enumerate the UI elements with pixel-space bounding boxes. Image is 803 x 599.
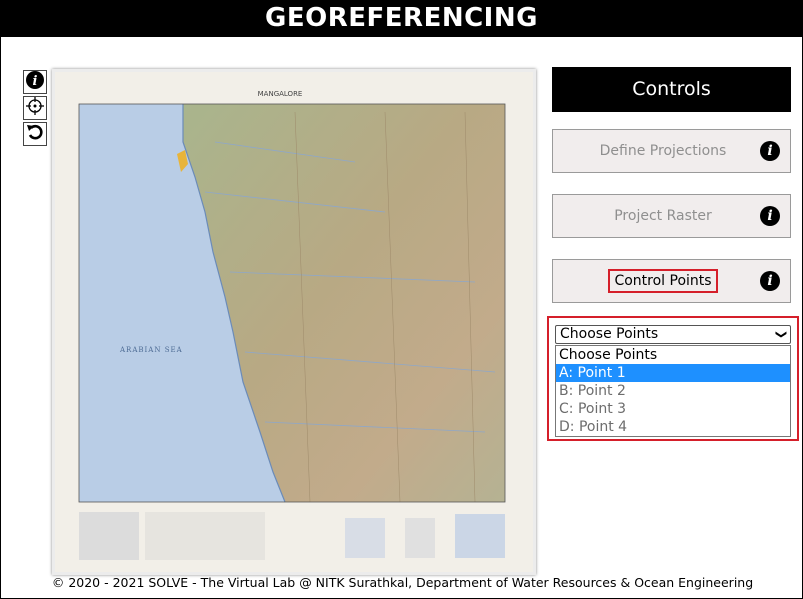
page-title: GEOREFERENCING — [1, 1, 802, 37]
option-point-4[interactable]: D: Point 4 — [556, 418, 790, 436]
option-choose-points[interactable]: Choose Points — [556, 346, 790, 364]
svg-text:i: i — [33, 74, 38, 89]
control-points-label: Control Points — [608, 269, 718, 293]
info-icon[interactable]: i — [760, 206, 780, 226]
svg-text:ARABIAN SEA: ARABIAN SEA — [119, 346, 183, 354]
control-points-button[interactable]: Control Points i — [552, 259, 791, 303]
footer-credit: © 2020 - 2021 SOLVE - The Virtual Lab @ … — [51, 575, 754, 590]
controls-heading: Controls — [552, 67, 791, 112]
info-icon[interactable]: i — [760, 141, 780, 161]
info-icon[interactable]: i — [760, 271, 780, 291]
topographic-map-image[interactable]: MANGALORE ARABIAN SEA — [55, 72, 533, 572]
points-select[interactable]: Choose Points ❯ — [555, 325, 791, 344]
svg-text:MANGALORE: MANGALORE — [258, 90, 303, 98]
points-dropdown-list: Choose Points A: Point 1 B: Point 2 C: P… — [555, 345, 791, 437]
control-points-label-wrap: Control Points — [553, 260, 773, 302]
map-toolbar: i — [23, 70, 49, 148]
chevron-down-icon: ❯ — [774, 329, 788, 340]
rotate-ccw-icon — [25, 122, 45, 146]
option-point-1[interactable]: A: Point 1 — [556, 364, 790, 382]
crosshair-tool-button[interactable] — [23, 96, 47, 120]
define-projections-label: Define Projections — [599, 143, 727, 159]
reset-tool-button[interactable] — [23, 122, 47, 146]
points-select-highlight: Choose Points ❯ Choose Points A: Point 1… — [547, 316, 799, 441]
info-icon: i — [25, 70, 45, 94]
crosshair-icon — [25, 96, 45, 120]
project-raster-label: Project Raster — [614, 208, 712, 224]
option-point-3[interactable]: C: Point 3 — [556, 400, 790, 418]
option-point-2[interactable]: B: Point 2 — [556, 382, 790, 400]
project-raster-button[interactable]: Project Raster i — [552, 194, 791, 238]
info-tool-button[interactable]: i — [23, 70, 47, 94]
points-select-value: Choose Points — [560, 326, 659, 342]
map-viewer[interactable]: MANGALORE ARABIAN SEA — [52, 69, 536, 575]
define-projections-button[interactable]: Define Projections i — [552, 129, 791, 173]
